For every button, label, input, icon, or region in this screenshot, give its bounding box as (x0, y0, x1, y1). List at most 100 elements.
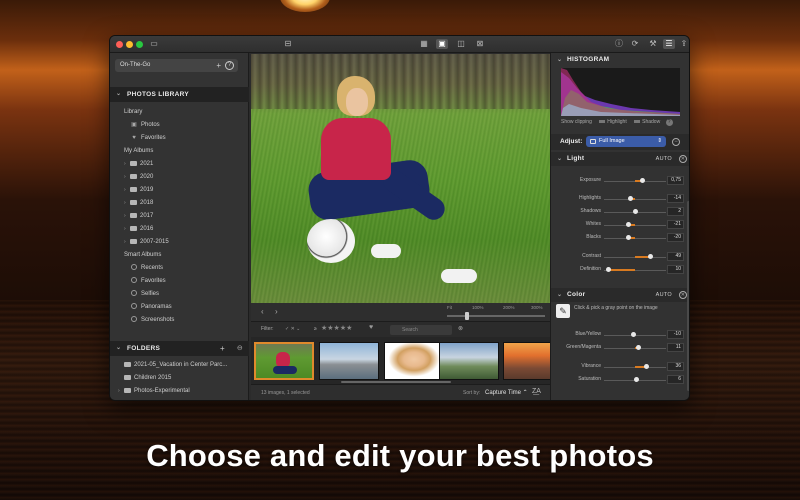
import-icon[interactable]: ⊟ (282, 39, 294, 49)
panel-scrollbar[interactable] (687, 201, 689, 391)
thumbnail[interactable] (503, 342, 550, 380)
slider-knob[interactable] (643, 364, 649, 369)
main-photo[interactable] (251, 54, 550, 303)
sync-icon[interactable]: ⟳ (629, 39, 641, 49)
on-the-go-album[interactable]: On-The-Go + ? (115, 59, 238, 72)
slider-knob[interactable] (626, 222, 632, 227)
sort-select[interactable]: Capture Time ⌃ (485, 389, 528, 396)
slider-knob[interactable] (639, 178, 645, 183)
color-reset-icon[interactable]: ✕ (679, 291, 687, 299)
slider-value-field[interactable]: 49 (667, 252, 684, 261)
slider-track[interactable] (604, 199, 666, 200)
light-reset-icon[interactable]: ✕ (679, 155, 687, 163)
flag-filter-icon[interactable]: ✓ ✕ ⌄ (285, 326, 300, 332)
slider-value-field[interactable]: 11 (667, 343, 684, 352)
thumbnail-selected[interactable] (254, 342, 314, 380)
zoom-window-button[interactable] (136, 41, 143, 48)
light-auto-button[interactable]: AUTO (656, 152, 672, 166)
fullscreen-view-icon[interactable]: ⊠ (474, 39, 486, 49)
grid-view-icon[interactable]: ▦ (418, 39, 430, 49)
thumbnail[interactable] (384, 342, 444, 380)
sidebar-item-folder[interactable]: Children 2015 (124, 372, 171, 385)
sidebar-item-album[interactable]: › 2020 (124, 171, 153, 184)
sidebar-item-favorites[interactable]: ♥ Favorites (130, 132, 165, 145)
slider-value-field[interactable]: -14 (667, 194, 684, 203)
sidebar-item-album[interactable]: › 2016 (124, 223, 153, 236)
rating-filter-stars[interactable]: ★★★★★ (321, 324, 352, 332)
next-photo-icon[interactable]: › (275, 307, 278, 316)
folders-header[interactable]: ⌄ FOLDERS + ⊖ (110, 341, 249, 356)
close-window-button[interactable] (116, 41, 123, 48)
shadow-toggle[interactable] (634, 120, 641, 123)
histogram-header[interactable]: ⌄ HISTOGRAM (551, 53, 689, 67)
sidebar-item-smart-album[interactable]: Screenshots (131, 314, 174, 327)
search-input[interactable]: Search (390, 325, 452, 335)
slider-value-field[interactable]: 6 (667, 375, 684, 384)
sidebar-item-album[interactable]: › 2019 (124, 184, 153, 197)
slider-knob[interactable] (634, 377, 640, 382)
previous-photo-icon[interactable]: ‹ (261, 307, 264, 316)
help-icon[interactable]: ? (665, 119, 673, 126)
slider-value-field[interactable]: -10 (667, 330, 684, 339)
heart-filter-icon[interactable]: ♥ (369, 324, 373, 331)
zoom-slider-track[interactable] (447, 315, 545, 317)
color-auto-button[interactable]: AUTO (656, 288, 672, 302)
slider-value-field[interactable]: 2 (667, 207, 684, 216)
sidebar-item-album[interactable]: › 2007-2015 (124, 236, 169, 249)
thumbnail[interactable] (439, 342, 499, 380)
slider-knob[interactable] (633, 209, 639, 214)
slider-value-field[interactable]: 36 (667, 362, 684, 371)
slider-knob[interactable] (635, 345, 641, 350)
sidebar-item-smart-album[interactable]: Favorites (131, 275, 166, 288)
single-view-icon[interactable]: ▣ (436, 39, 448, 49)
thumbnail[interactable] (319, 342, 379, 380)
add-folder-icon[interactable]: + (220, 341, 225, 356)
sidebar-item-smart-album[interactable]: Recents (131, 262, 163, 275)
compare-view-icon[interactable]: ◫ (455, 39, 467, 49)
slider-track[interactable] (604, 238, 666, 239)
sidebar-item-smart-album[interactable]: Selfies (131, 288, 159, 301)
slider-value-field[interactable]: 10 (667, 265, 684, 274)
sidebar-item-photos[interactable]: ▣ Photos (130, 119, 160, 132)
adjust-select[interactable]: Full Image ⇕ (586, 136, 666, 147)
slider-knob[interactable] (606, 267, 612, 272)
color-header[interactable]: ⌄ Color AUTO ✕ (551, 288, 689, 302)
sidebar-item-folder[interactable]: › Photos-Experimental (118, 385, 190, 398)
zoom-label-100[interactable]: 100% (472, 305, 484, 310)
eyedropper-icon[interactable]: ✎ (556, 304, 570, 318)
zoom-label-300[interactable]: 300% (531, 305, 543, 310)
slider-knob[interactable] (630, 332, 636, 337)
sidebar-item-album[interactable]: › 2018 (124, 197, 153, 210)
minimize-window-button[interactable] (126, 41, 133, 48)
adjust-icon[interactable]: ☰ (663, 39, 675, 49)
add-icon[interactable]: + (216, 59, 221, 72)
remove-adjustment-icon[interactable]: − (672, 138, 680, 146)
slider-knob[interactable] (628, 196, 634, 201)
slider-value-field[interactable]: -21 (667, 220, 684, 229)
zoom-label-fit[interactable]: Fit (447, 305, 452, 310)
sidebar-item-album[interactable]: › 2017 (124, 210, 153, 223)
tools-icon[interactable]: ⚒ (647, 39, 659, 49)
sidebar-item-album[interactable]: › 2021 (124, 158, 153, 171)
title-bar: ▭ ⊟ ▦ ▣ ◫ ⊠ ⓘ ⟳ ⚒ ☰ ⇪ (110, 36, 689, 53)
slider-track[interactable] (604, 225, 666, 226)
sidebar-item-smart-album[interactable]: Panoramas (131, 301, 172, 314)
slider-knob[interactable] (626, 235, 632, 240)
sort-direction-icon[interactable]: Z͟A (532, 388, 541, 395)
zoom-label-200[interactable]: 200% (503, 305, 515, 310)
folder-options-icon[interactable]: ⊖ (237, 341, 243, 356)
help-icon[interactable]: ? (225, 61, 234, 70)
share-icon[interactable]: ⇪ (678, 39, 689, 49)
slider-value-field[interactable]: 0,75 (667, 176, 684, 185)
light-header[interactable]: ⌄ Light AUTO ✕ (551, 152, 689, 166)
photos-library-header[interactable]: ⌄ PHOTOS LIBRARY (110, 87, 249, 102)
highlight-toggle[interactable] (599, 120, 606, 123)
slider-knob[interactable] (648, 254, 653, 259)
strip-scrollbar[interactable] (341, 381, 451, 383)
info-icon[interactable]: ⓘ (613, 39, 625, 49)
zoom-slider-knob[interactable] (465, 312, 469, 320)
sidebar-toggle-icon[interactable]: ▭ (148, 39, 160, 49)
sidebar-item-folder[interactable]: 2021-05_Vacation in Center Parc... (124, 359, 227, 372)
clear-search-icon[interactable]: ⊗ (458, 325, 463, 332)
slider-value-field[interactable]: -20 (667, 233, 684, 242)
